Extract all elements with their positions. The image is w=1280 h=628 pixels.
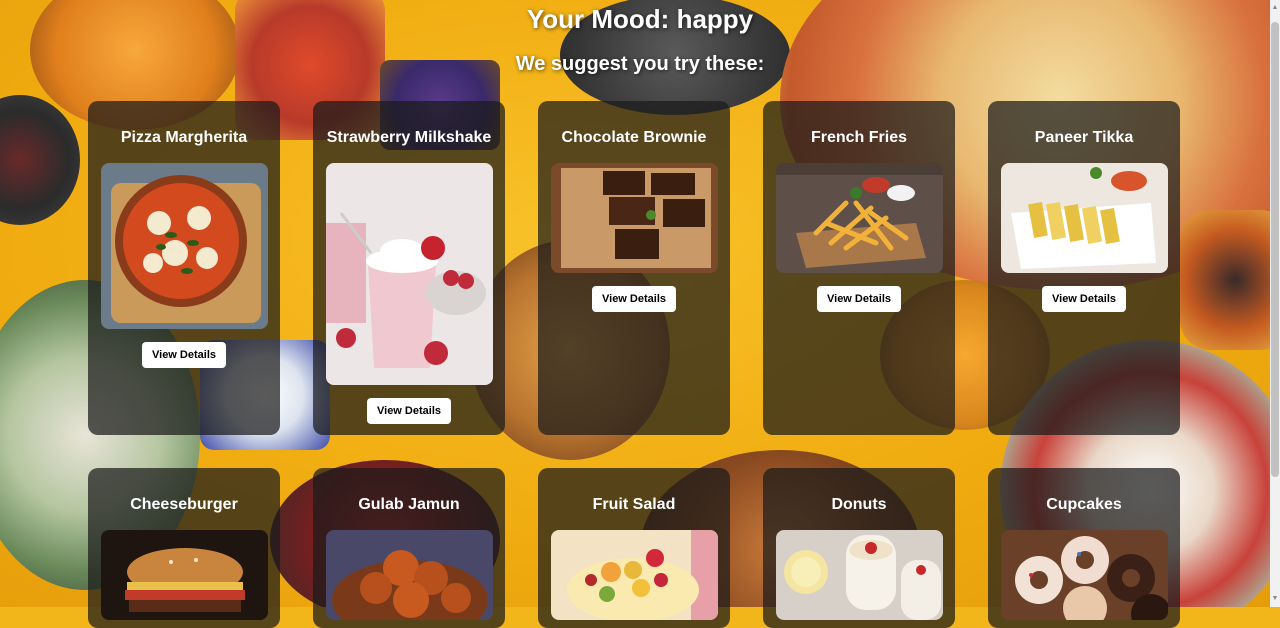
fries-image	[775, 163, 943, 273]
brownie-image	[550, 163, 718, 273]
food-card: French Fries View Details	[763, 101, 955, 435]
food-card: Pizza Margherita View Details	[88, 101, 280, 435]
scroll-up-arrow-icon[interactable]: ▲	[1271, 2, 1279, 14]
milkshake-image	[325, 163, 493, 385]
food-name: Donuts	[831, 496, 887, 513]
food-name: Strawberry Milkshake	[326, 129, 492, 146]
food-name: French Fries	[810, 129, 908, 146]
food-card: Gulab Jamun	[313, 468, 505, 628]
food-card: Chocolate Brownie View Details	[538, 101, 730, 435]
paneer-image	[1000, 163, 1168, 273]
view-details-button[interactable]: View Details	[142, 342, 226, 368]
view-details-button[interactable]: View Details	[592, 286, 676, 312]
view-details-button[interactable]: View Details	[817, 286, 901, 312]
scrollbar-thumb[interactable]	[1271, 22, 1279, 477]
food-name: Gulab Jamun	[358, 496, 460, 513]
food-card: Cupcakes	[988, 468, 1180, 628]
food-card: Fruit Salad	[538, 468, 730, 628]
food-card: Donuts	[763, 468, 955, 628]
food-card: Paneer Tikka View Details	[988, 101, 1180, 435]
scroll-down-arrow-icon[interactable]: ▼	[1271, 593, 1279, 605]
page-scrollbar[interactable]: ▲ ▼	[1270, 0, 1280, 607]
food-name: Pizza Margherita	[120, 129, 248, 146]
food-name: Chocolate Brownie	[561, 129, 707, 146]
view-details-button[interactable]: View Details	[1042, 286, 1126, 312]
pizza-image	[100, 163, 268, 329]
food-card: Cheeseburger	[88, 468, 280, 628]
food-name: Paneer Tikka	[1034, 129, 1134, 146]
food-name: Cheeseburger	[130, 496, 238, 513]
mood-suggestions-page: Your Mood: happy We suggest you try thes…	[0, 0, 1280, 628]
suggestion-subtitle: We suggest you try these:	[515, 53, 765, 75]
food-name: Fruit Salad	[592, 496, 676, 513]
food-name: Cupcakes	[1046, 496, 1122, 513]
view-details-button[interactable]: View Details	[367, 398, 451, 424]
food-card: Strawberry Milkshake View Details	[313, 101, 505, 435]
mood-title: Your Mood: happy	[526, 4, 754, 34]
